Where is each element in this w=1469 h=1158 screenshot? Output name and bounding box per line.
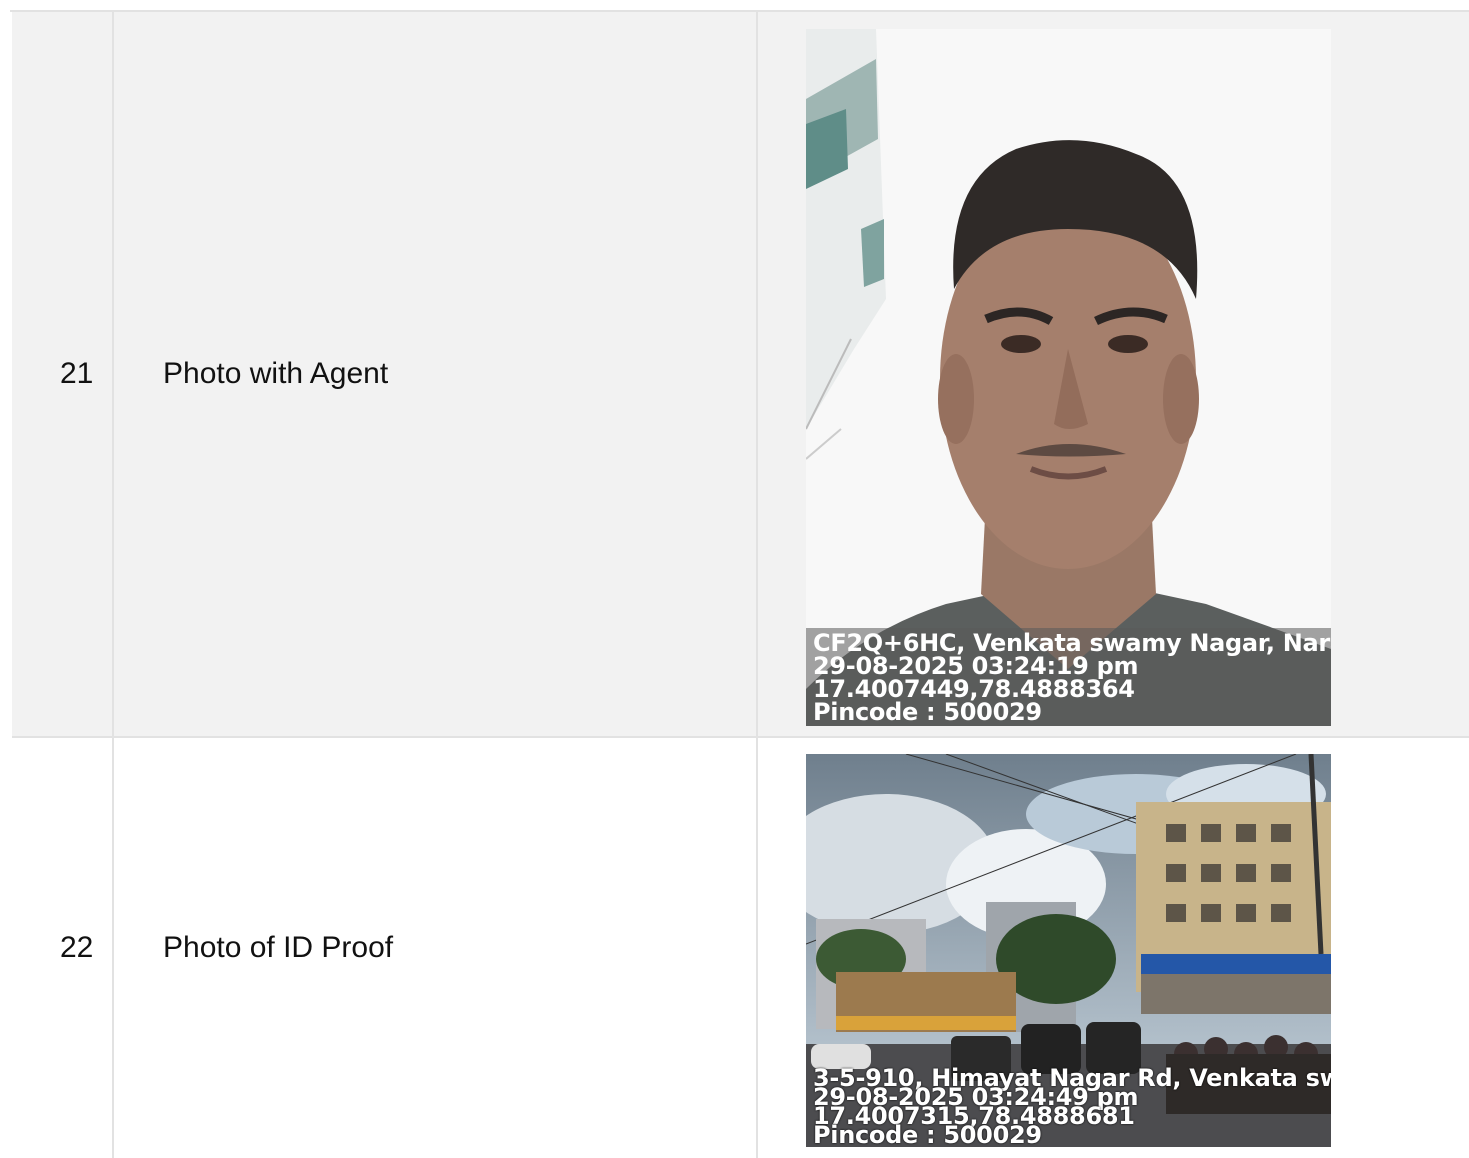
table-row: 21 Photo with Agent CF2Q+6HC, Venkata sw… — [12, 12, 1469, 738]
selfie-image — [806, 29, 1331, 726]
table-row: 22 Photo of ID Proof 3-5-910, Himayat Na… — [12, 738, 1469, 1158]
geotag-overlay: 3-5-910, Himayat Nagar Rd, Venkata swamy… — [806, 1065, 1331, 1147]
row-number: 21 — [60, 357, 94, 390]
row-label-cell: Photo with Agent — [114, 12, 758, 736]
photo-table: 21 Photo with Agent CF2Q+6HC, Venkata sw… — [10, 10, 1469, 1158]
row-label: Photo with Agent — [163, 357, 389, 390]
geotag-pincode: Pincode : 500029 — [813, 698, 1042, 726]
agent-photo[interactable]: CF2Q+6HC, Venkata swamy Nagar, Narayang … — [806, 29, 1331, 726]
id-proof-photo[interactable]: 3-5-910, Himayat Nagar Rd, Venkata swamy… — [806, 754, 1331, 1147]
row-label-cell: Photo of ID Proof — [114, 738, 758, 1158]
row-photo-cell: 3-5-910, Himayat Nagar Rd, Venkata swamy… — [758, 738, 1469, 1158]
geotag-overlay: CF2Q+6HC, Venkata swamy Nagar, Narayang … — [806, 628, 1331, 726]
row-number-cell: 21 — [12, 12, 114, 736]
row-number-cell: 22 — [12, 738, 114, 1158]
row-photo-cell: CF2Q+6HC, Venkata swamy Nagar, Narayang … — [758, 12, 1469, 736]
row-number: 22 — [60, 931, 94, 964]
row-label: Photo of ID Proof — [163, 931, 394, 964]
